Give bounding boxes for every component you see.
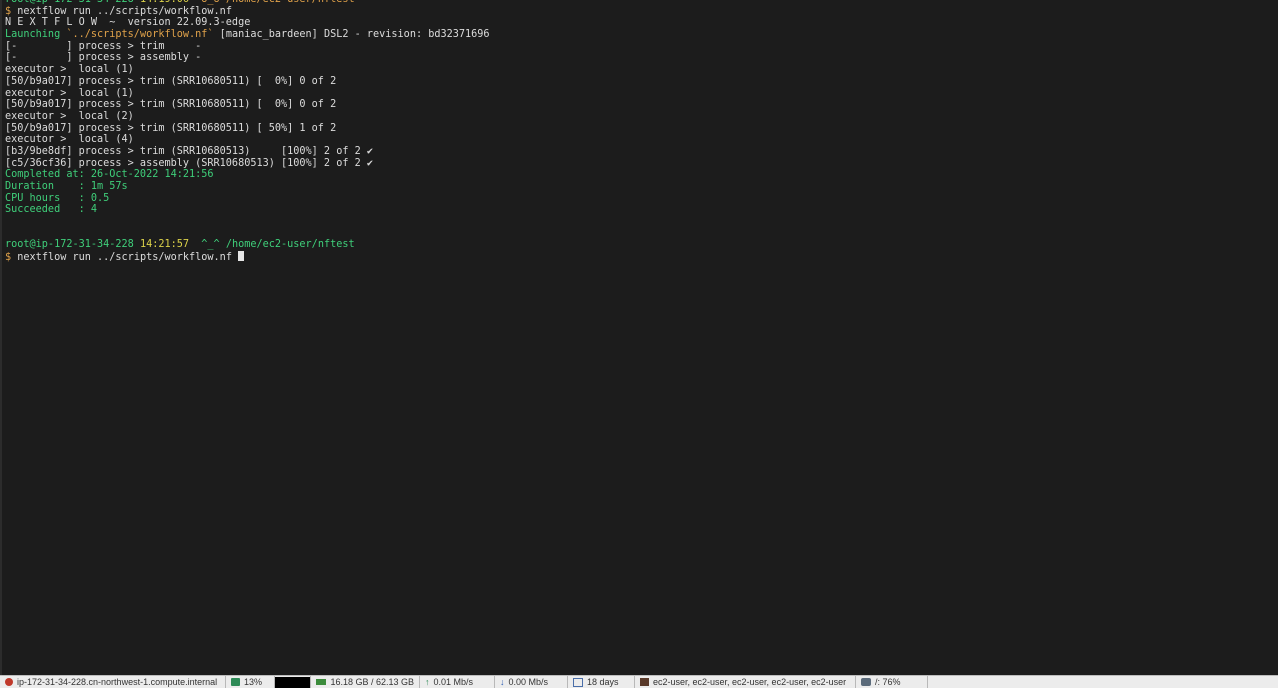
terminal-text: ^_^ bbox=[195, 239, 226, 251]
terminal-line: [- ] process > trim - bbox=[5, 41, 490, 53]
terminal-text: root@ip-172-31-34-228 bbox=[5, 239, 140, 251]
terminal-text: executor > local (2) bbox=[5, 110, 134, 122]
terminal-text: nextflow run ../scripts/workflow.nf bbox=[17, 252, 239, 264]
terminal-line: executor > local (1) bbox=[5, 64, 490, 76]
terminal-text: $ bbox=[5, 5, 18, 17]
memory-icon bbox=[316, 679, 327, 685]
status-users[interactable]: ec2-user, ec2-user, ec2-user, ec2-user, … bbox=[635, 676, 856, 688]
terminal-text: `../scripts/workflow.nf` bbox=[66, 29, 214, 41]
terminal-line: $ nextflow run ../scripts/workflow.nf bbox=[5, 251, 490, 263]
uptime-label: 18 days bbox=[587, 677, 619, 687]
terminal-text: executor > local (1) bbox=[5, 87, 134, 99]
status-memory[interactable]: 16.18 GB / 62.13 GB bbox=[311, 676, 420, 688]
uptime-icon bbox=[573, 677, 583, 687]
terminal-text: Duration : 1m 57s bbox=[5, 181, 128, 192]
terminal-text: CPU hours : 0.5 bbox=[5, 192, 110, 204]
terminal-line: [c5/36cf36] process > assembly (SRR10680… bbox=[5, 158, 490, 170]
terminal-text: root@ip-172-31-34-228 bbox=[5, 0, 140, 5]
terminal-line: executor > local (1) bbox=[5, 88, 490, 100]
terminal-text: U_U bbox=[195, 0, 226, 5]
terminal-line: executor > local (4) bbox=[5, 134, 490, 146]
status-host[interactable]: ip-172-31-34-228.cn-northwest-1.compute.… bbox=[0, 676, 226, 688]
terminal-text: 14:21:57 bbox=[139, 239, 196, 251]
terminal-line: [- ] process > assembly - bbox=[5, 52, 490, 64]
terminal-text: /home/ec2-user/nftest bbox=[225, 239, 355, 251]
terminal-text: [50/b9a017] process > trim (SRR10680511)… bbox=[5, 75, 337, 87]
terminal-line: [b3/9be8df] process > trim (SRR10680513)… bbox=[5, 146, 490, 158]
cpu-graph-box bbox=[275, 676, 310, 688]
terminal-text: N E X T F L O W ~ version 22.09.3-edge bbox=[5, 17, 251, 29]
status-disk[interactable]: /: 76% bbox=[856, 676, 928, 688]
terminal-line: Duration : 1m 57s bbox=[5, 181, 490, 193]
server-icon bbox=[5, 678, 13, 686]
terminal-text: [50/b9a017] process > trim (SRR10680511)… bbox=[5, 99, 337, 111]
users-label: ec2-user, ec2-user, ec2-user, ec2-user, … bbox=[653, 677, 847, 687]
terminal-text: [b3/9be8df] process > trim (SRR10680513)… bbox=[5, 145, 374, 157]
terminal-line: Succeeded : 4 bbox=[5, 204, 490, 216]
terminal-text: [50/b9a017] process > trim (SRR10680511)… bbox=[5, 122, 337, 134]
status-upload[interactable]: ↑ 0.01 Mb/s bbox=[420, 676, 495, 688]
terminal-window[interactable]: root@ip-172-31-34-228 14:19:06 U_U /home… bbox=[2, 0, 1278, 675]
terminal-line: $ nextflow run ../scripts/workflow.nf bbox=[5, 6, 490, 18]
terminal-text: [c5/36cf36] process > assembly (SRR10680… bbox=[5, 157, 374, 169]
terminal-text: executor > local (4) bbox=[5, 134, 134, 146]
terminal-line: [50/b9a017] process > trim (SRR10680511)… bbox=[5, 76, 490, 88]
terminal-line: Launching `../scripts/workflow.nf` [mani… bbox=[5, 29, 490, 41]
terminal-text: /home/ec2-user/nftest bbox=[226, 0, 355, 5]
cpu-icon bbox=[231, 678, 240, 686]
terminal-text: Launching bbox=[5, 29, 67, 41]
terminal-text: Succeeded : 4 bbox=[5, 204, 98, 216]
terminal-cursor bbox=[238, 251, 245, 262]
user-icon bbox=[640, 678, 649, 686]
status-cpu[interactable]: 13% bbox=[226, 676, 275, 688]
host-label: ip-172-31-34-228.cn-northwest-1.compute.… bbox=[17, 677, 218, 687]
terminal-text: 14:19:06 bbox=[140, 0, 195, 5]
terminal-text: [- ] process > trim - bbox=[5, 40, 202, 52]
cpu-label: 13% bbox=[244, 677, 263, 687]
terminal-line: N E X T F L O W ~ version 22.09.3-edge bbox=[5, 17, 490, 29]
terminal-text: executor > local (1) bbox=[5, 64, 134, 76]
terminal-text: [maniac_bardeen] DSL2 - revision: bd3237… bbox=[213, 29, 490, 41]
terminal-text: $ bbox=[5, 252, 18, 264]
terminal-text: [- ] process > assembly - bbox=[5, 52, 202, 64]
terminal-line: CPU hours : 0.5 bbox=[5, 193, 490, 205]
download-arrow-icon: ↓ bbox=[500, 677, 505, 687]
terminal-line: executor > local (2) bbox=[5, 111, 490, 123]
upload-arrow-icon: ↑ bbox=[425, 677, 430, 687]
upload-label: 0.01 Mb/s bbox=[433, 677, 474, 687]
terminal-text: nextflow run ../scripts/workflow.nf bbox=[17, 5, 232, 17]
terminal-line: Completed at: 26-Oct-2022 14:21:56 bbox=[5, 169, 490, 181]
terminal-line: [50/b9a017] process > trim (SRR10680511)… bbox=[5, 123, 490, 135]
status-download[interactable]: ↓ 0.00 Mb/s bbox=[495, 676, 568, 688]
disk-label: /: 76% bbox=[875, 677, 901, 687]
download-label: 0.00 Mb/s bbox=[508, 677, 549, 687]
terminal-output: root@ip-172-31-34-228 14:19:06 U_U /home… bbox=[5, 0, 490, 263]
status-uptime[interactable]: 18 days bbox=[568, 676, 635, 688]
memory-label: 16.18 GB / 62.13 GB bbox=[330, 677, 414, 687]
cpu-graph bbox=[275, 676, 311, 688]
status-bar: ip-172-31-34-228.cn-northwest-1.compute.… bbox=[0, 675, 1278, 688]
terminal-line: [50/b9a017] process > trim (SRR10680511)… bbox=[5, 99, 490, 111]
terminal-text: Completed at: 26-Oct-2022 14:21:56 bbox=[5, 169, 214, 181]
disk-icon bbox=[861, 678, 871, 686]
terminal-line: root@ip-172-31-34-228 14:21:57 ^_^ /home… bbox=[5, 239, 490, 251]
